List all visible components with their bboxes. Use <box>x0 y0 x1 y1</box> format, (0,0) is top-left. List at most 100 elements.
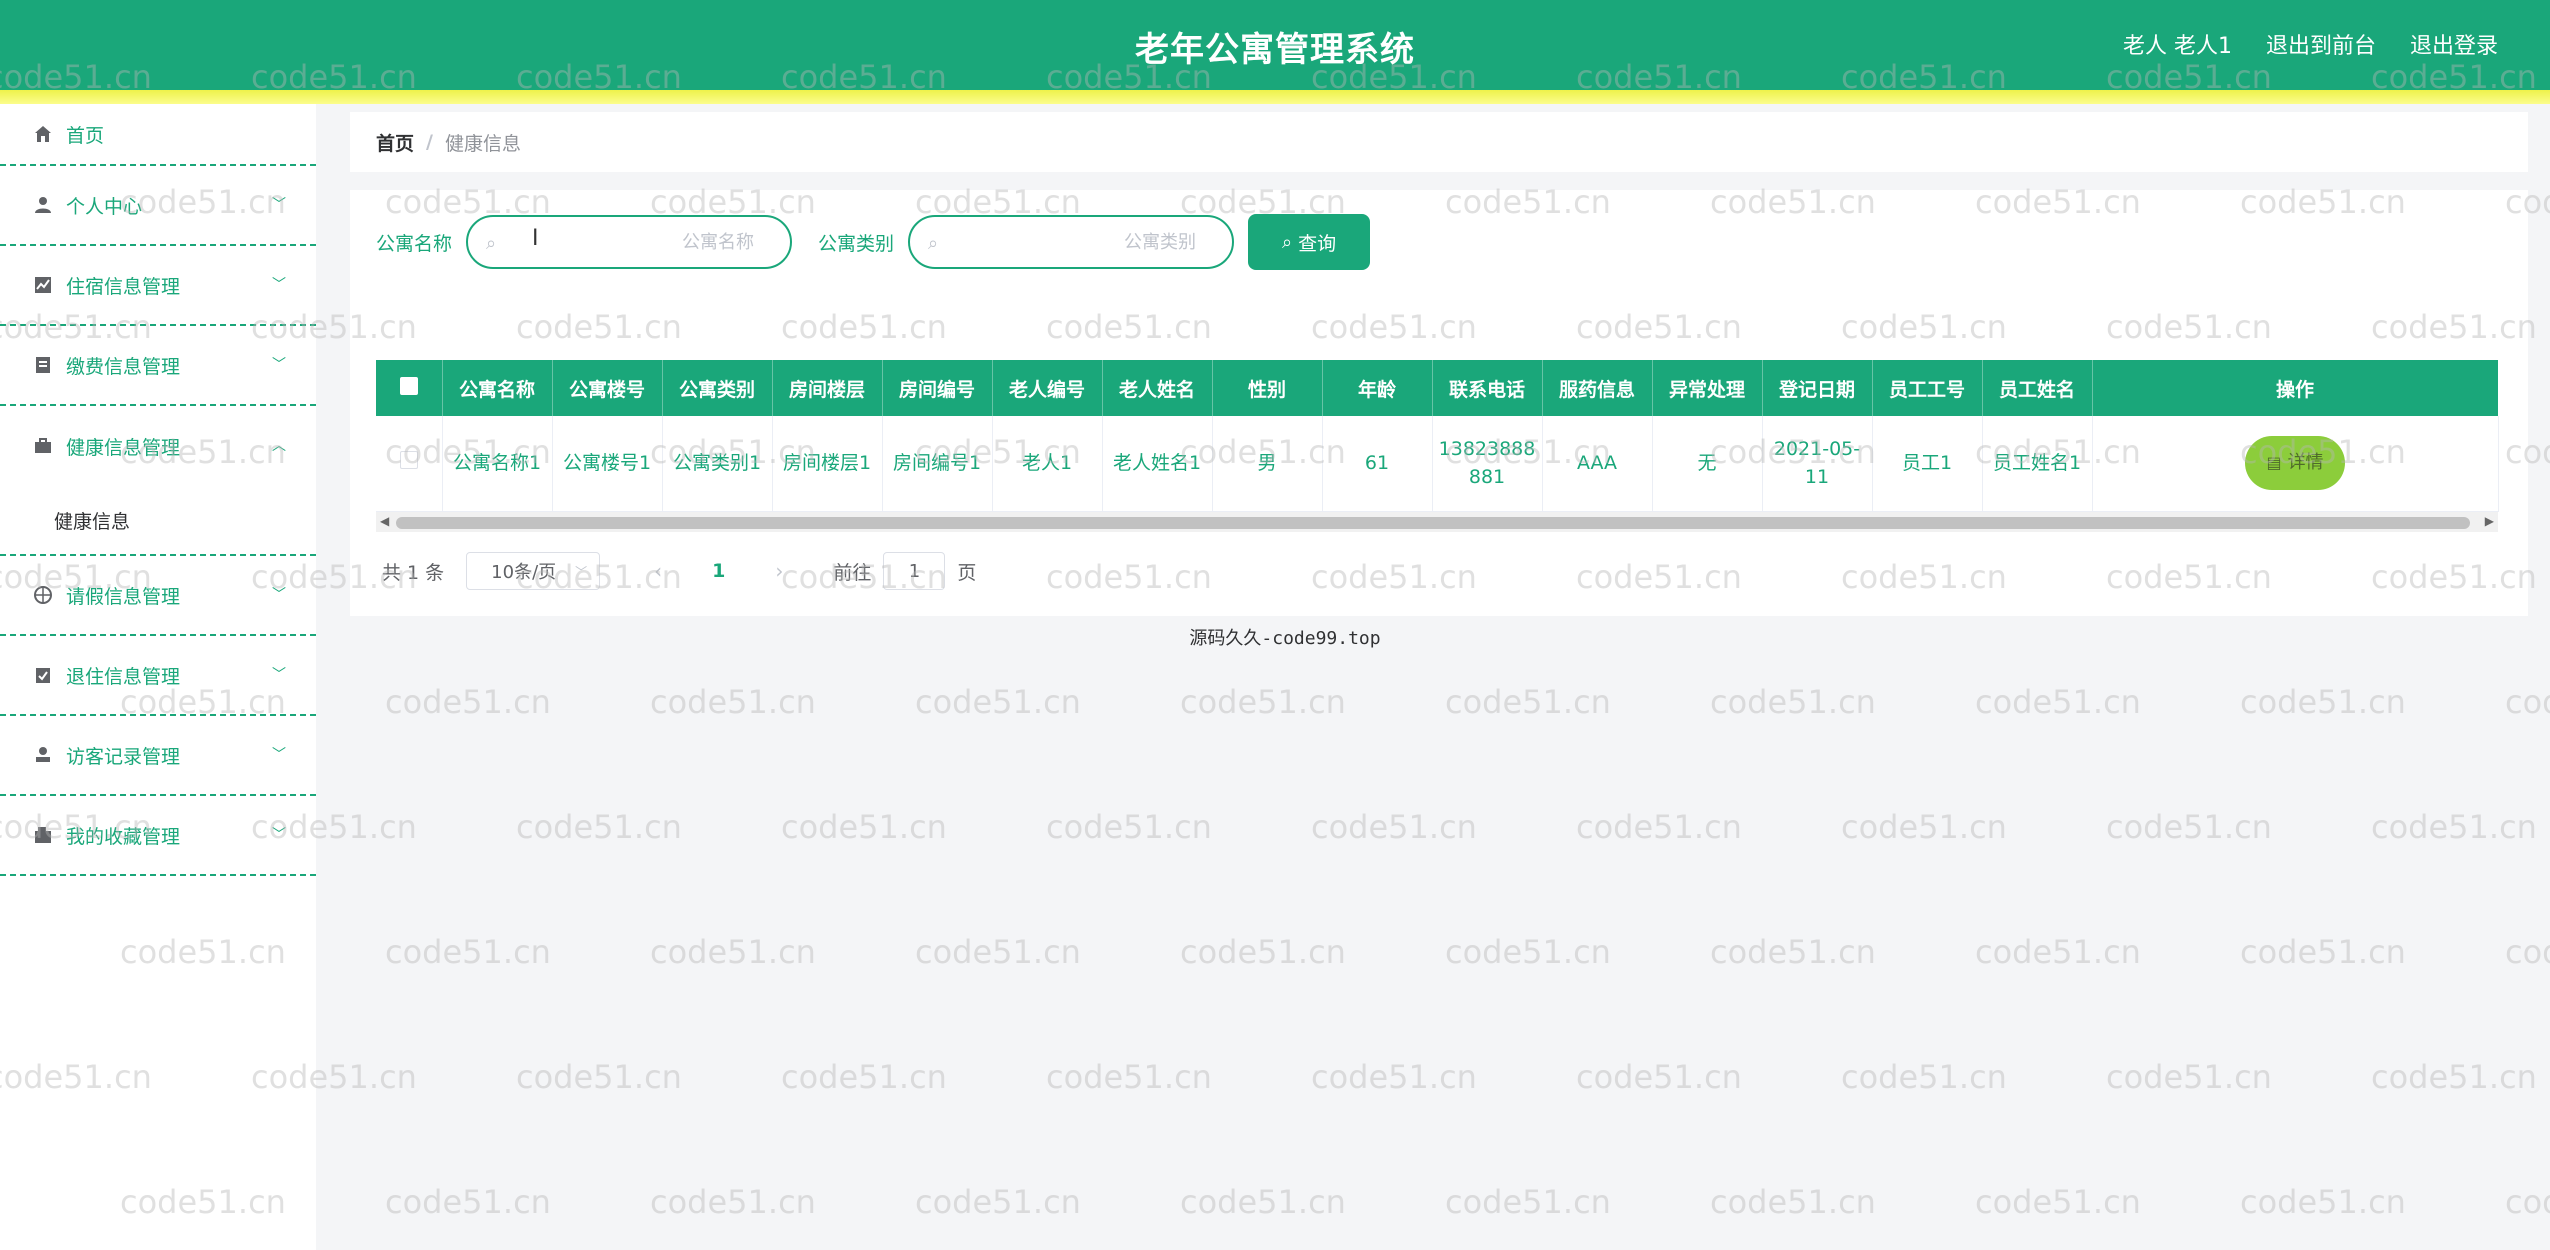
watermark-text: code51.cn <box>1576 808 1742 846</box>
column-header[interactable]: 老人姓名 <box>1102 360 1213 416</box>
table-cell: AAA <box>1542 416 1653 512</box>
watermark-text: code51.cn <box>2505 933 2550 971</box>
action-cell: ▤ 详情 <box>2092 416 2499 512</box>
select-all-cell <box>376 360 443 416</box>
sidebar: 首页 个人中心 ﹀ 住宿信息管理 ﹀ 缴费信息管理 ﹀ 健康信息管理 ︿ 健康信… <box>0 104 316 1250</box>
health-submenu: 健康信息 <box>0 486 316 556</box>
table-header-row: 公寓名称 公寓楼号 公寓类别 房间楼层 房间编号 老人编号 老人姓名 性别 年龄… <box>376 360 2499 416</box>
sidebar-item-label: 健康信息管理 <box>66 436 181 459</box>
watermark-text: code51.cn <box>2240 683 2406 721</box>
watermark-text: code51.cn <box>1710 933 1876 971</box>
scroll-left-icon[interactable]: ◀ <box>380 514 389 528</box>
table-cell: 员工姓名1 <box>1982 416 2093 512</box>
page-size-value: 10条/页 <box>491 562 557 583</box>
detail-button[interactable]: ▤ 详情 <box>2245 436 2345 491</box>
watermark-text: code51.cn <box>915 933 1081 971</box>
watermark-text: code51.cn <box>781 808 947 846</box>
watermark-text: code51.cn <box>2106 808 2272 846</box>
back-to-front-link[interactable]: 退出到前台 <box>2266 28 2376 60</box>
watermark-text: code51.cn <box>1046 1058 1212 1096</box>
scrollbar-thumb[interactable] <box>396 517 2470 529</box>
watermark-text: code51.cn <box>650 683 816 721</box>
row-checkbox[interactable] <box>399 451 418 470</box>
column-header[interactable]: 联系电话 <box>1432 360 1543 416</box>
chevron-down-icon: ﹀ <box>272 357 286 373</box>
table-row[interactable]: 公寓名称1 公寓楼号1 公寓类别1 房间楼层1 房间编号1 老人1 老人姓名1 … <box>376 416 2499 512</box>
watermark-text: code51.cn <box>650 933 816 971</box>
column-header[interactable]: 登记日期 <box>1762 360 1873 416</box>
watermark-text: code51.cn <box>2505 1183 2550 1221</box>
sidebar-item-visitor[interactable]: 访客记录管理 ﹀ <box>0 716 316 796</box>
column-header[interactable]: 年龄 <box>1322 360 1433 416</box>
footer-text: 源码久久-code99.top <box>1189 628 1381 649</box>
watermark-text: code51.cn <box>1975 683 2141 721</box>
goto-label: 前往 <box>833 561 872 584</box>
document-icon <box>32 354 54 376</box>
person-icon <box>32 744 54 766</box>
chevron-down-icon: ﹀ <box>272 747 286 763</box>
table-cell: 老人姓名1 <box>1102 416 1213 512</box>
watermark-text: code51.cn <box>2371 1058 2537 1096</box>
text-cursor-icon: I <box>532 226 539 251</box>
column-header[interactable]: 房间编号 <box>882 360 993 416</box>
watermark-text: code51.cn <box>915 683 1081 721</box>
breadcrumb-separator: / <box>426 131 433 153</box>
column-header[interactable]: 房间楼层 <box>772 360 883 416</box>
sidebar-item-payment[interactable]: 缴费信息管理 ﹀ <box>0 326 316 406</box>
current-user-label: 老人 老人1 <box>2122 34 2232 59</box>
query-button-label: 查询 <box>1298 232 1337 255</box>
column-header[interactable]: 公寓类别 <box>662 360 773 416</box>
sidebar-item-personal-center[interactable]: 个人中心 ﹀ <box>0 166 316 246</box>
sidebar-item-health[interactable]: 健康信息管理 ︿ <box>0 406 316 486</box>
goto-page-input[interactable] <box>883 552 946 590</box>
page-size-select[interactable]: 10条/页 ﹀ <box>466 552 601 590</box>
query-button[interactable]: ⌕ 查询 <box>1248 214 1371 270</box>
watermark-text: code51.cn <box>1445 1183 1611 1221</box>
search-icon: ⌕ <box>928 233 939 254</box>
sidebar-item-favorites[interactable]: 我的收藏管理 ﹀ <box>0 796 316 876</box>
table-cell: 2021-05-11 <box>1762 416 1873 512</box>
watermark-text: code51.cn <box>1180 933 1346 971</box>
breadcrumb-home[interactable]: 首页 <box>376 129 414 156</box>
home-icon <box>32 123 54 145</box>
next-page-icon[interactable]: › <box>775 559 783 583</box>
column-header[interactable]: 公寓楼号 <box>552 360 663 416</box>
header-actions: 老人 老人1 退出到前台 退出登录 <box>2123 28 2498 60</box>
watermark-text: code51.cn <box>2240 933 2406 971</box>
breadcrumb-current: 健康信息 <box>444 132 521 155</box>
select-all-checkbox[interactable] <box>399 376 418 395</box>
column-header[interactable]: 异常处理 <box>1652 360 1763 416</box>
column-header[interactable]: 公寓名称 <box>442 360 553 416</box>
watermark-text: code51.cn <box>1975 933 2141 971</box>
apartment-type-label: 公寓类别 <box>818 232 895 255</box>
sidebar-item-accommodation[interactable]: 住宿信息管理 ﹀ <box>0 246 316 326</box>
watermark-text: code51.cn <box>781 1058 947 1096</box>
apartment-name-input[interactable] <box>508 227 771 257</box>
column-header[interactable]: 性别 <box>1212 360 1323 416</box>
current-page-number[interactable]: 1 <box>712 560 725 582</box>
table-cell: 房间编号1 <box>882 416 993 512</box>
horizontal-scrollbar[interactable]: ◀ ▶ <box>376 512 2498 532</box>
globe-icon <box>32 584 54 606</box>
watermark-text: code51.cn <box>1710 1183 1876 1221</box>
main-panel: 公寓名称 ⌕ 公寓类别 ⌕ ⌕ 查询 公寓名称 公寓楼号 公寓 <box>350 190 2528 616</box>
column-header[interactable]: 服药信息 <box>1542 360 1653 416</box>
column-header[interactable]: 员工姓名 <box>1982 360 2093 416</box>
chevron-down-icon: ﹀ <box>272 667 286 683</box>
chevron-down-icon: ﹀ <box>272 827 286 843</box>
apartment-type-input[interactable] <box>950 227 1213 257</box>
logout-link[interactable]: 退出登录 <box>2410 28 2498 60</box>
scroll-right-icon[interactable]: ▶ <box>2485 514 2494 528</box>
health-info-table: 公寓名称 公寓楼号 公寓类别 房间楼层 房间编号 老人编号 老人姓名 性别 年龄… <box>376 360 2499 512</box>
prev-page-icon[interactable]: ‹ <box>654 559 662 583</box>
watermark-text: code51.cn <box>1445 683 1611 721</box>
chevron-down-icon: ﹀ <box>575 564 588 579</box>
column-header[interactable]: 员工工号 <box>1872 360 1983 416</box>
sidebar-subitem-health-info[interactable]: 健康信息 <box>0 486 316 554</box>
sidebar-item-home[interactable]: 首页 <box>0 104 316 166</box>
breadcrumb: 首页 / 健康信息 <box>350 112 2528 172</box>
table-cell: 员工1 <box>1872 416 1983 512</box>
sidebar-item-label: 个人中心 <box>66 195 143 218</box>
table-cell: 房间楼层1 <box>772 416 883 512</box>
column-header[interactable]: 老人编号 <box>992 360 1103 416</box>
